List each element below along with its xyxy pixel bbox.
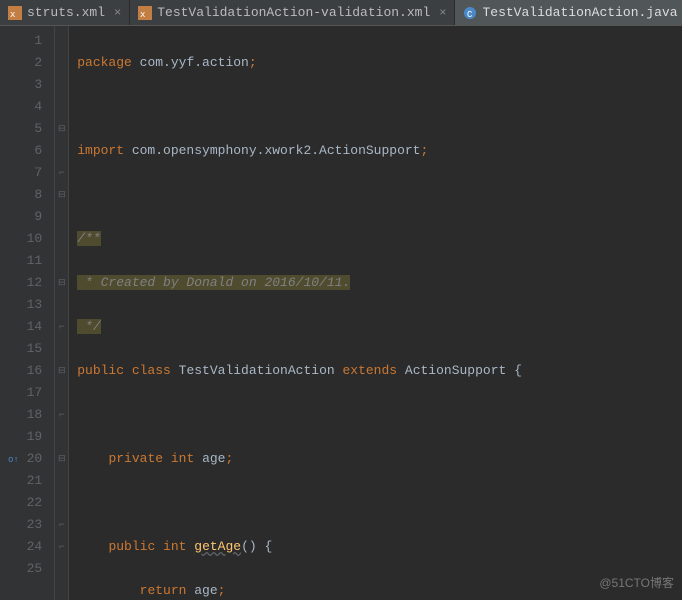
code-area[interactable]: package com.yyf.action; import com.opens… xyxy=(69,26,682,600)
tab-struts-xml[interactable]: x struts.xml × xyxy=(0,0,130,25)
watermark-text: @51CTO博客 xyxy=(599,572,674,594)
tab-java-file[interactable]: C TestValidationAction.java × xyxy=(455,0,682,25)
code-editor[interactable]: 12345678910111213141516171819o↑ 20212223… xyxy=(0,26,682,600)
close-icon[interactable]: × xyxy=(439,6,446,20)
svg-text:C: C xyxy=(467,10,473,20)
java-class-icon: C xyxy=(463,6,477,20)
close-icon[interactable]: × xyxy=(114,6,121,20)
svg-text:x: x xyxy=(140,10,145,20)
tab-label: struts.xml xyxy=(27,5,105,20)
tab-validation-xml[interactable]: x TestValidationAction-validation.xml × xyxy=(130,0,455,25)
editor-tabs: x struts.xml × x TestValidationAction-va… xyxy=(0,0,682,26)
tab-label: TestValidationAction.java xyxy=(482,5,677,20)
fold-column: ⊟⌐⊟⊟⌐⊟⌐⊟⌐⌐ xyxy=(55,26,69,600)
xml-file-icon: x xyxy=(8,6,22,20)
tab-label: TestValidationAction-validation.xml xyxy=(157,5,430,20)
line-number-gutter: 12345678910111213141516171819o↑ 20212223… xyxy=(0,26,55,600)
svg-text:x: x xyxy=(10,10,15,20)
xml-file-icon: x xyxy=(138,6,152,20)
